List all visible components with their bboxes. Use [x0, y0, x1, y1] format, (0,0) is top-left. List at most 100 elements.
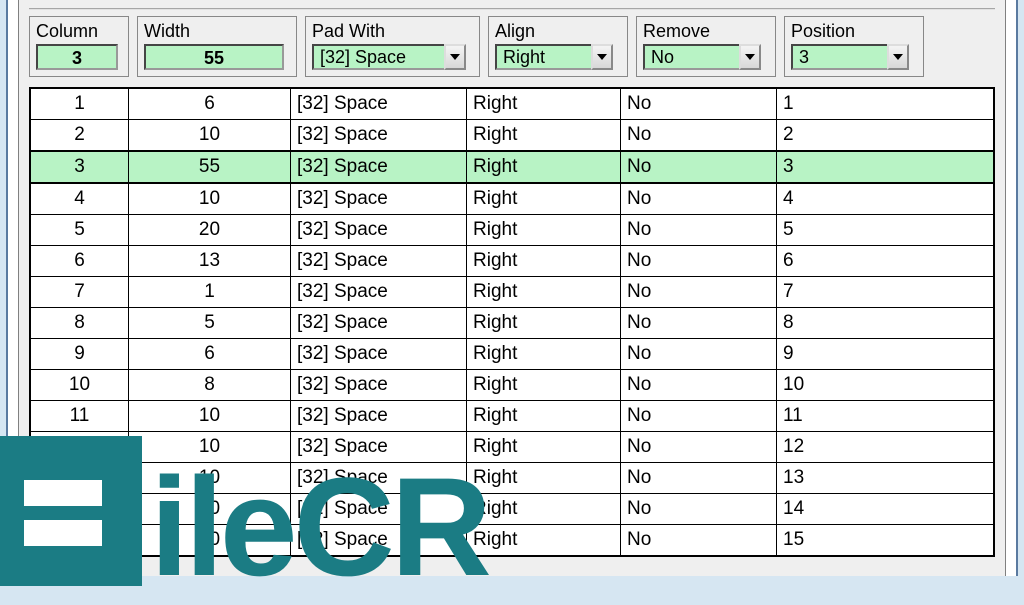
cell-remove: No: [621, 246, 777, 277]
padwith-select[interactable]: [32] Space: [312, 44, 473, 70]
column-label: Column: [36, 21, 122, 42]
align-group: Align Right: [488, 16, 628, 77]
table-row[interactable]: 96[32] SpaceRightNo9: [31, 339, 994, 370]
dropdown-arrow-icon[interactable]: [444, 44, 466, 70]
cell-column: 13: [31, 463, 129, 494]
dropdown-arrow-icon[interactable]: [887, 44, 909, 70]
cell-width: 55: [129, 151, 291, 183]
table-row[interactable]: 1510[32] SpaceRightNo15: [31, 525, 994, 556]
cell-width: 10: [129, 432, 291, 463]
cell-remove: No: [621, 432, 777, 463]
cell-remove: No: [621, 401, 777, 432]
cell-width: 10: [129, 120, 291, 152]
cell-position: 11: [777, 401, 994, 432]
cell-width: 6: [129, 339, 291, 370]
cell-pad: [32] Space: [291, 183, 467, 215]
cell-width: 8: [129, 370, 291, 401]
table-row[interactable]: 85[32] SpaceRightNo8: [31, 308, 994, 339]
cell-position: 5: [777, 215, 994, 246]
cell-pad: [32] Space: [291, 494, 467, 525]
remove-label: Remove: [643, 21, 769, 42]
remove-value: No: [643, 44, 739, 70]
table-row[interactable]: 520[32] SpaceRightNo5: [31, 215, 994, 246]
table-row[interactable]: 1410[32] SpaceRightNo14: [31, 494, 994, 525]
cell-align: Right: [467, 401, 621, 432]
table-row[interactable]: 355[32] SpaceRightNo3: [31, 151, 994, 183]
cell-pad: [32] Space: [291, 432, 467, 463]
table-row[interactable]: 1210[32] SpaceRightNo12: [31, 432, 994, 463]
cell-align: Right: [467, 120, 621, 152]
cell-remove: No: [621, 494, 777, 525]
cell-column: 10: [31, 370, 129, 401]
cell-remove: No: [621, 370, 777, 401]
cell-pad: [32] Space: [291, 215, 467, 246]
remove-select[interactable]: No: [643, 44, 769, 70]
width-label: Width: [144, 21, 290, 42]
cell-column: 4: [31, 183, 129, 215]
cell-remove: No: [621, 120, 777, 152]
cell-width: 10: [129, 494, 291, 525]
cell-remove: No: [621, 308, 777, 339]
cell-pad: [32] Space: [291, 463, 467, 494]
position-group: Position 3: [784, 16, 924, 77]
table-row[interactable]: 1110[32] SpaceRightNo11: [31, 401, 994, 432]
cell-width: 6: [129, 89, 291, 120]
cell-pad: [32] Space: [291, 525, 467, 556]
dropdown-arrow-icon[interactable]: [739, 44, 761, 70]
cell-align: Right: [467, 494, 621, 525]
cell-align: Right: [467, 370, 621, 401]
cell-position: 7: [777, 277, 994, 308]
align-select[interactable]: Right: [495, 44, 621, 70]
cell-column: 9: [31, 339, 129, 370]
cell-column: 1: [31, 89, 129, 120]
table-row[interactable]: 210[32] SpaceRightNo2: [31, 120, 994, 152]
padwith-group: Pad With [32] Space: [305, 16, 480, 77]
cell-align: Right: [467, 151, 621, 183]
cell-align: Right: [467, 308, 621, 339]
table-row[interactable]: 410[32] SpaceRightNo4: [31, 183, 994, 215]
cell-position: 1: [777, 89, 994, 120]
cell-pad: [32] Space: [291, 308, 467, 339]
cell-remove: No: [621, 277, 777, 308]
column-input[interactable]: 3: [36, 44, 118, 70]
columns-table-wrap: 16[32] SpaceRightNo1210[32] SpaceRightNo…: [29, 87, 995, 557]
cell-column: 12: [31, 432, 129, 463]
width-input[interactable]: 55: [144, 44, 284, 70]
table-row[interactable]: 16[32] SpaceRightNo1: [31, 89, 994, 120]
cell-column: 14: [31, 494, 129, 525]
cell-align: Right: [467, 89, 621, 120]
cell-pad: [32] Space: [291, 401, 467, 432]
cell-position: 8: [777, 308, 994, 339]
cell-column: 7: [31, 277, 129, 308]
cell-remove: No: [621, 339, 777, 370]
cell-align: Right: [467, 183, 621, 215]
cell-width: 5: [129, 308, 291, 339]
cell-position: 9: [777, 339, 994, 370]
dropdown-arrow-icon[interactable]: [591, 44, 613, 70]
cell-width: 13: [129, 246, 291, 277]
cell-pad: [32] Space: [291, 277, 467, 308]
cell-align: Right: [467, 463, 621, 494]
remove-group: Remove No: [636, 16, 776, 77]
table-row[interactable]: 108[32] SpaceRightNo10: [31, 370, 994, 401]
cell-position: 3: [777, 151, 994, 183]
padwith-label: Pad With: [312, 21, 473, 42]
divider: [29, 8, 995, 10]
table-row[interactable]: 71[32] SpaceRightNo7: [31, 277, 994, 308]
cell-width: 10: [129, 183, 291, 215]
cell-width: 10: [129, 525, 291, 556]
cell-column: 2: [31, 120, 129, 152]
column-group: Column 3: [29, 16, 129, 77]
cell-position: 13: [777, 463, 994, 494]
cell-position: 12: [777, 432, 994, 463]
table-row[interactable]: 613[32] SpaceRightNo6: [31, 246, 994, 277]
cell-width: 1: [129, 277, 291, 308]
table-row[interactable]: 1310[32] SpaceRightNo13: [31, 463, 994, 494]
cell-align: Right: [467, 215, 621, 246]
cell-column: 8: [31, 308, 129, 339]
cell-column: 11: [31, 401, 129, 432]
cell-width: 10: [129, 401, 291, 432]
cell-position: 10: [777, 370, 994, 401]
columns-table[interactable]: 16[32] SpaceRightNo1210[32] SpaceRightNo…: [30, 88, 994, 556]
position-select[interactable]: 3: [791, 44, 917, 70]
